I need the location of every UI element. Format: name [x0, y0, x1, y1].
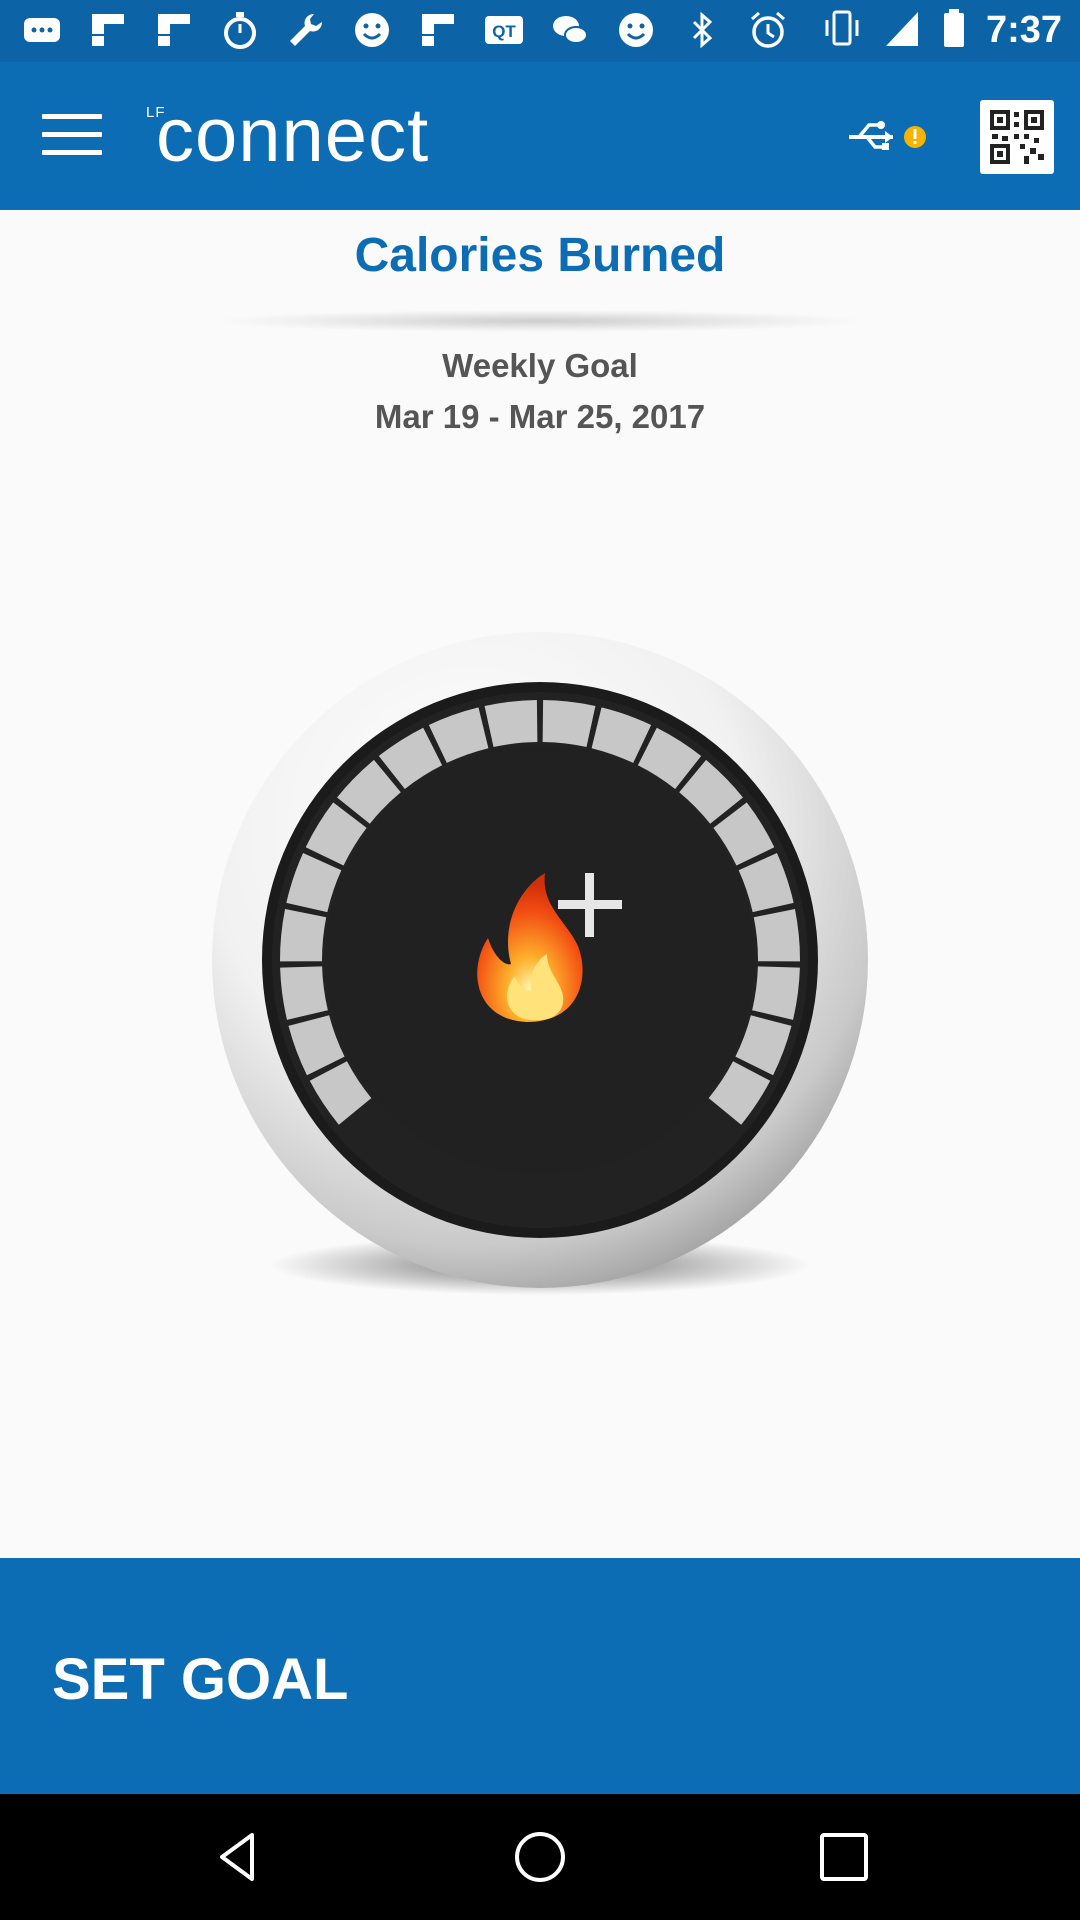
chat-icon: [20, 8, 64, 52]
gauge-tick: [280, 908, 327, 962]
flipboard-icon: [416, 8, 460, 52]
date-range: Mar 19 - Mar 25, 2017: [374, 398, 706, 435]
status-right: 7:37: [822, 6, 1062, 55]
menu-button[interactable]: [42, 114, 102, 158]
gauge-tick: [753, 908, 800, 962]
flipboard-icon: [152, 8, 196, 52]
wechat-icon: [548, 8, 592, 52]
wrench-icon: [284, 8, 328, 52]
page-title: Calories Burned: [354, 229, 726, 282]
gauge-tick: [484, 700, 538, 748]
logo-text: connect: [156, 93, 430, 178]
set-goal-label: SET GOAL: [52, 1647, 349, 1712]
vibrate-icon: [822, 6, 862, 55]
qr-code-icon: [990, 110, 1044, 164]
title-divider: [220, 310, 860, 332]
smiley-icon: [350, 8, 394, 52]
qr-code-button[interactable]: [980, 100, 1054, 174]
notification-icons: QT: [20, 8, 790, 52]
back-icon: [220, 1833, 254, 1881]
qq-icon: QT: [482, 8, 526, 52]
navigation-bar: [0, 1794, 1080, 1920]
recents-button[interactable]: [814, 1827, 874, 1887]
alarm-icon: [746, 8, 790, 52]
home-button[interactable]: [510, 1827, 570, 1887]
signal-icon: [882, 6, 922, 55]
status-time: 7:37: [985, 9, 1062, 51]
status-bar: QT 7:37: [0, 0, 1080, 62]
usb-warning-icon: [849, 121, 926, 150]
menu-icon: [42, 114, 102, 155]
back-button[interactable]: [208, 1827, 268, 1887]
stopwatch-icon: [218, 8, 262, 52]
calories-gauge[interactable]: [205, 620, 875, 1320]
recents-icon: [820, 1833, 868, 1881]
weekly-goal-label: Weekly Goal: [442, 347, 638, 384]
flipboard-icon: [86, 8, 130, 52]
battery-icon: [942, 6, 966, 55]
usb-connection-button[interactable]: [845, 112, 931, 162]
app-bar: LF connect: [0, 62, 1080, 210]
smiley-icon: [614, 8, 658, 52]
svg-text:QT: QT: [492, 22, 516, 41]
bluetooth-icon: [680, 8, 724, 52]
gauge-tick: [752, 966, 800, 1020]
set-goal-button[interactable]: SET GOAL: [0, 1558, 1080, 1794]
gauge-tick: [280, 966, 328, 1020]
gauge-tick: [542, 700, 596, 748]
home-icon: [515, 1832, 565, 1882]
